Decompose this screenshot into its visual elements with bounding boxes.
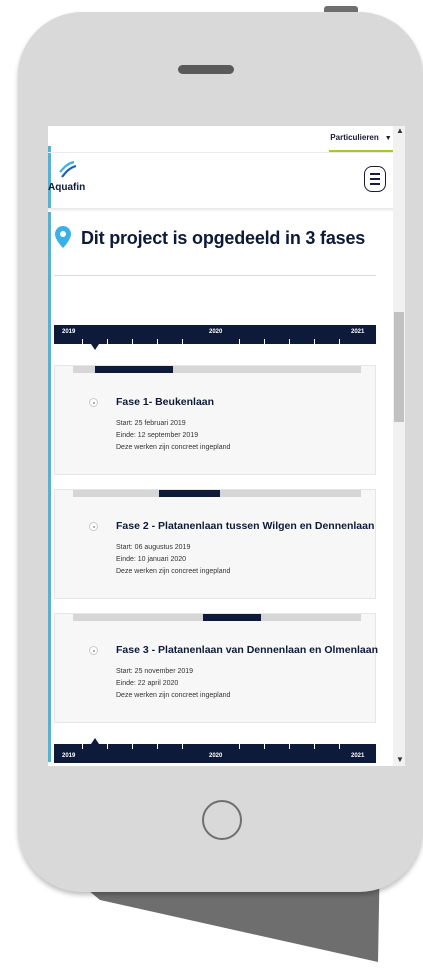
phase-bullet-icon (89, 522, 98, 531)
timeline-tick (82, 744, 83, 749)
timeline-tick (264, 339, 265, 344)
phase-duration-bar (73, 614, 361, 621)
timeline-tick (82, 339, 83, 344)
phase-status: Deze werken zijn concreet ingepland (116, 568, 231, 575)
phase-title: Fase 1- Beukenlaan (116, 396, 215, 408)
timeline-year: 2021 (351, 329, 365, 335)
phase-duration-fill (95, 366, 173, 373)
timeline-marker (91, 738, 99, 744)
phase-status: Deze werken zijn concreet ingepland (116, 692, 231, 699)
phase-card: Fase 2 - Platanenlaan tussen Wilgen en D… (54, 489, 376, 599)
timeline-tick (157, 339, 158, 344)
title-divider (54, 275, 376, 276)
phase-title: Fase 2 - Platanenlaan tussen Wilgen en D… (116, 520, 375, 532)
timeline-tick (289, 339, 290, 344)
phase-duration-fill (159, 490, 220, 497)
timeline-top: 2019 2020 2021 (54, 325, 376, 350)
timeline-tick (314, 744, 315, 749)
page-title: Dit project is opgedeeld in 3 fases (81, 228, 366, 248)
phase-card: Fase 3 - Platanenlaan van Dennenlaan en … (54, 613, 379, 723)
timeline-tick (289, 744, 290, 749)
phase-bullet-icon (89, 398, 98, 407)
map-pin-icon (55, 226, 71, 248)
phase-bullet-icon (89, 646, 98, 655)
scrollbar-thumb[interactable] (394, 312, 404, 422)
phase-card: Fase 1- Beukenlaan Start: 25 februari 20… (54, 365, 376, 475)
timeline-tick (132, 339, 133, 344)
phase-duration-bar (73, 366, 361, 373)
caret-down-icon: ▼ (384, 135, 392, 142)
timeline-tick (264, 744, 265, 749)
timeline-tick (132, 744, 133, 749)
phase-end: Einde: 12 september 2019 (116, 432, 199, 439)
scroll-down-arrow-icon[interactable]: ▼ (396, 755, 404, 764)
top-bar: Particulieren ▼ (48, 126, 393, 153)
scroll-up-arrow-icon[interactable]: ▲ (396, 126, 404, 135)
timeline-year: 2019 (62, 753, 76, 759)
timeline-marker (91, 344, 99, 350)
phone-screen: Particulieren ▼ Aquafin Dit project is op… (48, 126, 405, 766)
phone-speaker (178, 65, 234, 74)
phase-end: Einde: 10 januari 2020 (116, 556, 187, 563)
page-scrollbar[interactable]: ▲ ▼ (393, 126, 405, 766)
logo-text: Aquafin (48, 182, 86, 193)
phase-status: Deze werken zijn concreet ingepland (116, 444, 231, 451)
timeline-year: 2020 (209, 329, 223, 335)
timeline-tick (339, 744, 340, 749)
timeline-tick (182, 339, 183, 344)
phase-end: Einde: 22 april 2020 (116, 680, 179, 687)
timeline-tick (314, 339, 315, 344)
aquafin-wave-icon (59, 160, 77, 178)
phase-start: Start: 06 augustus 2019 (116, 544, 191, 551)
timeline-year: 2019 (62, 329, 76, 335)
timeline-tick (107, 339, 108, 344)
header-divider (48, 208, 393, 212)
timeline-tick (157, 744, 158, 749)
timeline-year: 2020 (209, 753, 223, 759)
timeline-tick (339, 339, 340, 344)
timeline-bottom: 2019 2020 2021 (54, 738, 376, 763)
audience-selector[interactable]: Particulieren ▼ (329, 132, 393, 152)
timeline-tick (239, 339, 240, 344)
phase-title: Fase 3 - Platanenlaan van Dennenlaan en … (116, 644, 379, 656)
phase-duration-bar (73, 490, 361, 497)
accent-border (48, 146, 51, 762)
timeline-tick (239, 744, 240, 749)
phase-start: Start: 25 februari 2019 (116, 420, 186, 427)
timeline-year: 2021 (351, 753, 365, 759)
audience-label: Particulieren (330, 133, 379, 142)
timeline-tick (107, 744, 108, 749)
phone-home-button[interactable] (202, 800, 242, 840)
timeline-tick (182, 744, 183, 749)
phase-start: Start: 25 november 2019 (116, 668, 194, 675)
phase-duration-fill (203, 614, 261, 621)
hamburger-menu-icon[interactable] (364, 166, 386, 192)
